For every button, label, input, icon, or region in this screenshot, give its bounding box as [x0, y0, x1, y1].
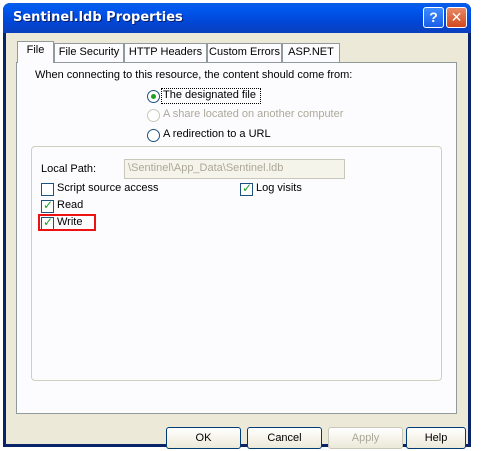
focus-rectangle	[161, 88, 261, 104]
ok-button[interactable]: OK	[166, 427, 241, 449]
radio-designated-file[interactable]	[147, 90, 160, 103]
checkbox-read[interactable]	[41, 198, 54, 213]
close-icon[interactable]: ✕	[446, 7, 467, 28]
tab-http-headers[interactable]: HTTP Headers	[124, 43, 207, 62]
log-visits-label[interactable]: Log visits	[256, 182, 302, 194]
radio-redirection-label[interactable]: A redirection to a URL	[163, 128, 271, 140]
radio-share-label: A share located on another computer	[163, 108, 344, 120]
help-button[interactable]: Help	[406, 427, 466, 449]
write-highlight-box	[38, 214, 96, 231]
tab-asp-net[interactable]: ASP.NET	[282, 43, 340, 62]
radio-share	[147, 109, 160, 122]
title-bar[interactable]: Sentinel.ldb Properties ? ✕	[3, 3, 471, 33]
tab-custom-errors[interactable]: Custom Errors	[207, 43, 282, 62]
apply-button: Apply	[328, 427, 403, 449]
file-tab-panel: When connecting to this resource, the co…	[16, 62, 457, 414]
local-path-field[interactable]: \Sentinel\App_Data\Sentinel.ldb	[124, 159, 345, 179]
properties-window: Sentinel.ldb Properties ? ✕ File File Se…	[3, 3, 471, 449]
checkbox-log-visits[interactable]	[240, 181, 253, 196]
cancel-button[interactable]: Cancel	[247, 427, 322, 449]
tab-file[interactable]: File	[17, 41, 54, 63]
script-source-access-label[interactable]: Script source access	[57, 182, 158, 194]
radio-redirection[interactable]	[147, 129, 160, 142]
help-icon[interactable]: ?	[423, 7, 444, 28]
content-source-label: When connecting to this resource, the co…	[35, 69, 353, 81]
window-title: Sentinel.ldb Properties	[13, 10, 183, 25]
read-label[interactable]: Read	[57, 199, 83, 211]
tab-file-security[interactable]: File Security	[54, 43, 124, 62]
local-path-label: Local Path:	[41, 163, 97, 175]
dialog-body: File File Security HTTP Headers Custom E…	[6, 33, 468, 449]
checkbox-script-source-access[interactable]	[41, 183, 54, 196]
